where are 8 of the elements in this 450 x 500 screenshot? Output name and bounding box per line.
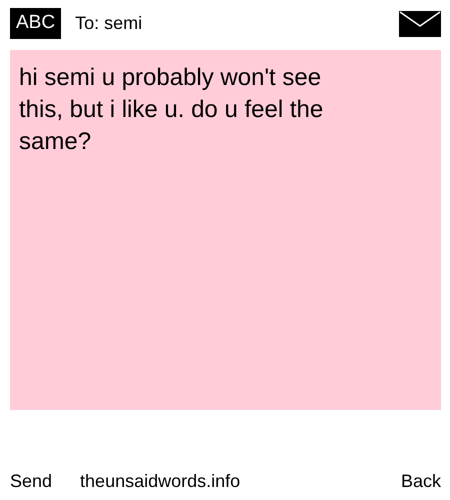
envelope-icon [399, 10, 441, 36]
message-text: hi semi u probably won't see this, but i like u. do u feel the same? [19, 63, 324, 157]
send-link[interactable]: Send [10, 471, 52, 492]
recipient-label: To: semi [75, 13, 144, 34]
back-link[interactable]: Back [400, 471, 441, 492]
site-label: theunsaidwords.info [80, 471, 242, 492]
message-area[interactable]: hi semi u probably won't see this, but i like u. do u feel the same? [10, 50, 441, 410]
mode-indicator: ABC [10, 8, 62, 39]
